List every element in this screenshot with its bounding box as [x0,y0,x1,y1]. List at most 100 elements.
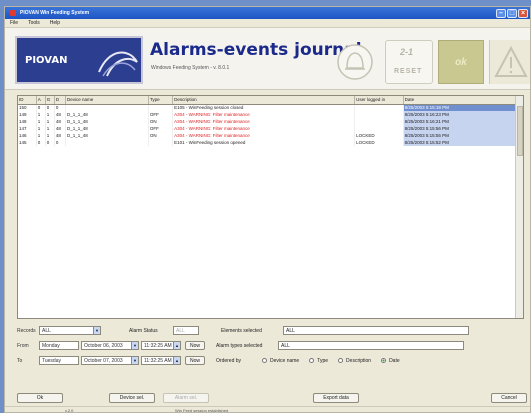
cell-device: D_1_1_48 [65,111,149,118]
device-select-button[interactable]: Device sel. [109,393,155,403]
order-type-radio[interactable]: Type [309,358,328,364]
from-date-field[interactable]: October 06, 2003 ▼ [81,341,139,350]
col-d[interactable]: D [54,96,66,105]
bell-icon[interactable] [335,42,375,82]
cell-d: 48 [54,118,66,125]
warning-button[interactable] [489,40,530,84]
col-type[interactable]: Type [148,96,174,105]
cell-a: 1 [36,132,46,139]
cell-type: OFF [148,111,174,118]
table-row[interactable]: 149 1 1 48 D_1_1_48 OFF A304 - WARNING: … [18,111,523,118]
window-title: PIOVAN Win Feeding System [20,10,90,16]
spinner-icon: ▲ [173,357,180,364]
table-row[interactable]: 148 1 1 48 D_1_1_48 ON A304 - WARNING: F… [18,118,523,125]
table-row[interactable]: 145 0 0 0 E101 - WinFeeding session open… [18,139,523,146]
cell-g: 0 [45,104,55,111]
col-id[interactable]: ID [18,96,37,105]
filter-panel: Records ALL ▼ Alarm Status ALL Elements … [17,325,528,385]
from-time-field[interactable]: 11:32:25 AM ▲ [141,341,181,350]
cell-description: A304 - WARNING: Filter maintenance [172,111,356,118]
acknowledge-button[interactable]: ok [438,40,484,84]
reset-top-text: 2-1 [400,47,414,57]
from-time: 11:32:25 AM [144,342,172,349]
close-button[interactable]: × [518,8,528,18]
main-window: PIOVAN Win Feeding System – □ × File Too… [4,6,531,413]
records-select[interactable]: ALL ▼ [39,326,101,335]
radio-icon [338,358,344,363]
alarm-select-button[interactable]: Alarm sel. [163,393,209,403]
menu-help[interactable]: Help [50,20,60,26]
maximize-button[interactable]: □ [507,8,517,18]
col-g[interactable]: G [45,96,55,105]
cell-device [65,104,149,111]
alarm-status-value: ALL [176,327,185,334]
elements-selected-field: ALL [283,326,469,335]
col-description[interactable]: Description [172,96,356,105]
reset-label: RESET [394,68,423,75]
journal-table[interactable]: ID A G D Device name Type Description Us… [17,95,524,319]
to-label: To [17,357,23,364]
order-date-radio[interactable]: Date [381,358,400,364]
table-header: ID A G D Device name Type Description Us… [18,96,523,105]
to-date-field[interactable]: October 07, 2003 ▼ [81,356,139,365]
cell-id: 148 [18,118,37,125]
menu-tools[interactable]: Tools [28,20,40,26]
to-date-picker[interactable]: Tuesday [39,356,79,365]
acknowledge-label: ok [455,56,467,68]
cell-id: 145 [18,139,37,146]
cell-g: 0 [45,139,55,146]
from-label: From [17,342,29,349]
col-device-name[interactable]: Device name [65,96,149,105]
col-date[interactable]: Date [403,96,523,105]
from-now-button[interactable]: Now [185,341,206,350]
cell-type: OFF [148,125,174,132]
cell-a: 1 [36,125,46,132]
piovan-logo: PIOVAN [15,36,143,84]
col-a[interactable]: A [36,96,46,105]
brand-text: PIOVAN [25,55,68,66]
records-label: Records [17,327,36,334]
from-date-picker[interactable]: Monday [39,341,79,350]
warning-triangle-icon [494,45,528,77]
cell-d: 48 [54,125,66,132]
status-version: v.2.0 [65,408,74,413]
cell-id: 147 [18,125,37,132]
cell-a: 1 [36,118,46,125]
cell-a: 0 [36,139,46,146]
table-row[interactable]: 147 1 1 48 D_1_1_48 OFF A304 - WARNING: … [18,125,523,132]
status-bar: v.2.0 Win Feed session established [5,406,530,413]
cell-date: 8/25/2003 5:16:23 PM [403,111,523,118]
cell-id: 150 [18,104,37,111]
swirl-logo-icon [98,51,138,77]
from-day: Monday [42,342,60,349]
cell-user [354,118,404,125]
minimize-button[interactable]: – [496,8,506,18]
alarm-types-value: ALL [281,342,290,349]
alarm-status-select[interactable]: ALL [173,326,199,335]
cell-description: A304 - WARNING: Filter maintenance [172,118,356,125]
ok-button[interactable]: Ok [17,393,63,403]
scrollbar-thumb[interactable] [517,106,523,156]
to-now-button[interactable]: Now [185,356,206,365]
menu-file[interactable]: File [10,20,18,26]
cell-g: 1 [45,132,55,139]
cell-device: D_1_1_48 [65,132,149,139]
radio-icon [262,358,268,363]
order-description-radio[interactable]: Description [338,358,371,364]
reset-button[interactable]: 2-1 RESET [385,40,433,84]
to-time-field[interactable]: 11:32:25 AM ▲ [141,356,181,365]
cell-description: E101 - WinFeeding session opened [172,139,356,146]
table-row[interactable]: 146 1 1 48 D_1_1_48 ON A304 - WARNING: F… [18,132,523,139]
order-device-radio[interactable]: Device name [262,358,299,364]
elements-selected-value: ALL [286,327,295,334]
table-scrollbar[interactable] [515,96,523,318]
order-device-label: Device name [270,357,300,364]
chevron-down-icon: ▼ [131,357,138,364]
cell-d: 48 [54,132,66,139]
cancel-button[interactable]: Cancel [491,393,527,403]
col-user[interactable]: User logged in [354,96,404,105]
chevron-down-icon: ▼ [93,327,100,334]
export-data-button[interactable]: Export data [313,393,359,403]
cell-d: 0 [54,104,66,111]
table-row[interactable]: 150 0 0 0 E105 - WinFeeding session clos… [18,104,523,111]
